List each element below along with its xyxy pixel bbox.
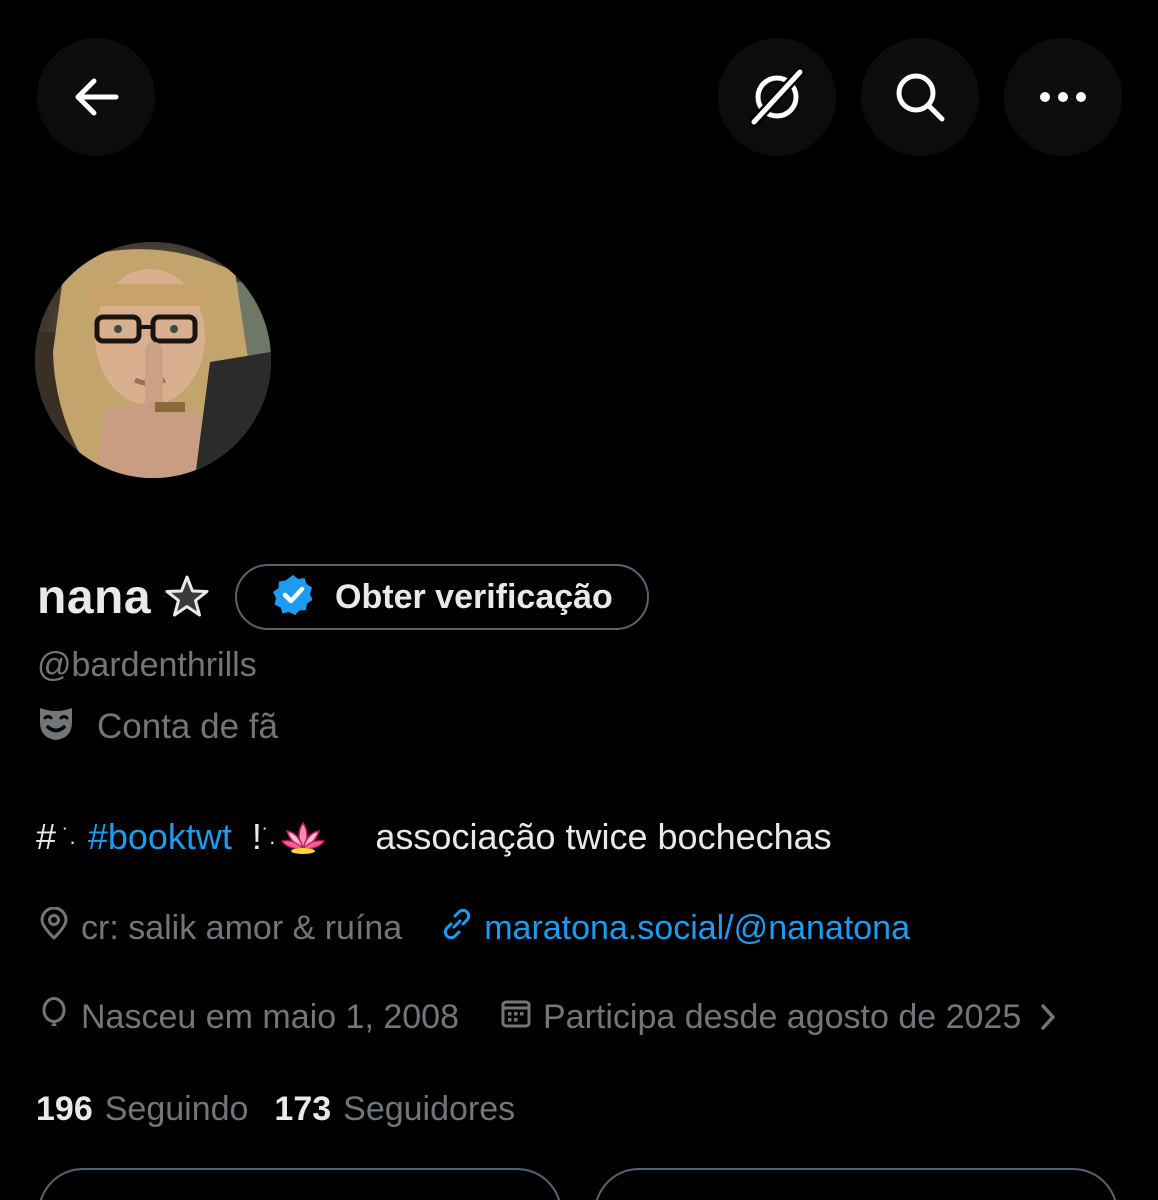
profile-category: Conta de fã bbox=[37, 704, 278, 750]
display-name: nana bbox=[37, 570, 152, 624]
search-icon bbox=[893, 70, 947, 124]
bio: # ˙. #booktwt ! ˙. associação twice boch… bbox=[36, 812, 832, 862]
following-link[interactable]: 196 Seguindo bbox=[36, 1090, 248, 1129]
website[interactable]: maratona.social/@nanatona bbox=[440, 907, 910, 950]
profile-action-button-left[interactable] bbox=[38, 1168, 562, 1200]
followers-label: Seguidores bbox=[343, 1089, 516, 1128]
bio-spacer bbox=[232, 816, 252, 858]
more-button[interactable] bbox=[1004, 38, 1122, 156]
verified-badge-icon bbox=[271, 573, 315, 622]
get-verified-button[interactable]: Obter verificação bbox=[235, 564, 649, 630]
meta-row-location-website: cr: salik amor & ruína maratona.social/@… bbox=[37, 903, 910, 953]
joined-text: Participa desde agosto de 2025 bbox=[542, 997, 1022, 1036]
location: cr: salik amor & ruína bbox=[37, 906, 403, 950]
following-count: 196 bbox=[36, 1089, 93, 1128]
avatar-photo bbox=[35, 242, 271, 478]
grok-icon bbox=[746, 66, 808, 128]
birthday: Nasceu em maio 1, 2008 bbox=[37, 996, 459, 1039]
search-button[interactable] bbox=[861, 38, 979, 156]
grok-button[interactable] bbox=[718, 38, 836, 156]
chevron-right-icon bbox=[1039, 1002, 1067, 1032]
following-label: Seguindo bbox=[104, 1089, 249, 1128]
balloon-icon bbox=[37, 996, 81, 1039]
username-handle: @bardenthrills bbox=[37, 646, 257, 684]
get-verified-label: Obter verificação bbox=[335, 577, 613, 616]
bio-text: associação twice bochechas bbox=[375, 816, 832, 857]
profile-page: nana Obter verificação @bardenthrills Co… bbox=[0, 0, 1158, 1200]
joined-date[interactable]: Participa desde agosto de 2025 bbox=[499, 996, 1067, 1039]
followers-link[interactable]: 173 Seguidores bbox=[274, 1090, 515, 1129]
location-text: cr: salik amor & ruína bbox=[81, 908, 403, 947]
avatar[interactable] bbox=[35, 242, 271, 478]
profile-action-button-right[interactable] bbox=[594, 1168, 1118, 1200]
lotus-emoji-icon bbox=[281, 819, 326, 855]
follow-stats: 196 Seguindo 173 Seguidores bbox=[36, 1086, 515, 1132]
bio-decoration: ˙. bbox=[56, 824, 88, 849]
performing-arts-mask-icon bbox=[37, 704, 75, 751]
arrow-left-icon bbox=[72, 77, 120, 117]
followers-count: 173 bbox=[274, 1089, 332, 1128]
name-row: nana Obter verificação bbox=[37, 562, 649, 632]
link-icon bbox=[440, 907, 484, 950]
meta-row-birthday-joined: Nasceu em maio 1, 2008 Participa desde a… bbox=[37, 992, 1067, 1042]
hashtag-link[interactable]: #booktwt bbox=[88, 816, 232, 858]
website-link[interactable]: maratona.social/@nanatona bbox=[484, 909, 910, 948]
more-horizontal-icon bbox=[1038, 90, 1088, 104]
bio-exclamation: ! bbox=[251, 816, 262, 857]
bio-gap bbox=[325, 816, 375, 858]
calendar-icon bbox=[499, 996, 543, 1039]
location-pin-icon bbox=[37, 906, 81, 950]
star-emoji-icon bbox=[163, 573, 211, 621]
category-label: Conta de fã bbox=[97, 707, 278, 746]
birthday-text: Nasceu em maio 1, 2008 bbox=[81, 997, 459, 1036]
back-button[interactable] bbox=[37, 38, 155, 156]
bio-prefix: # bbox=[36, 816, 57, 857]
bio-decoration-2: ˙. bbox=[261, 824, 276, 849]
